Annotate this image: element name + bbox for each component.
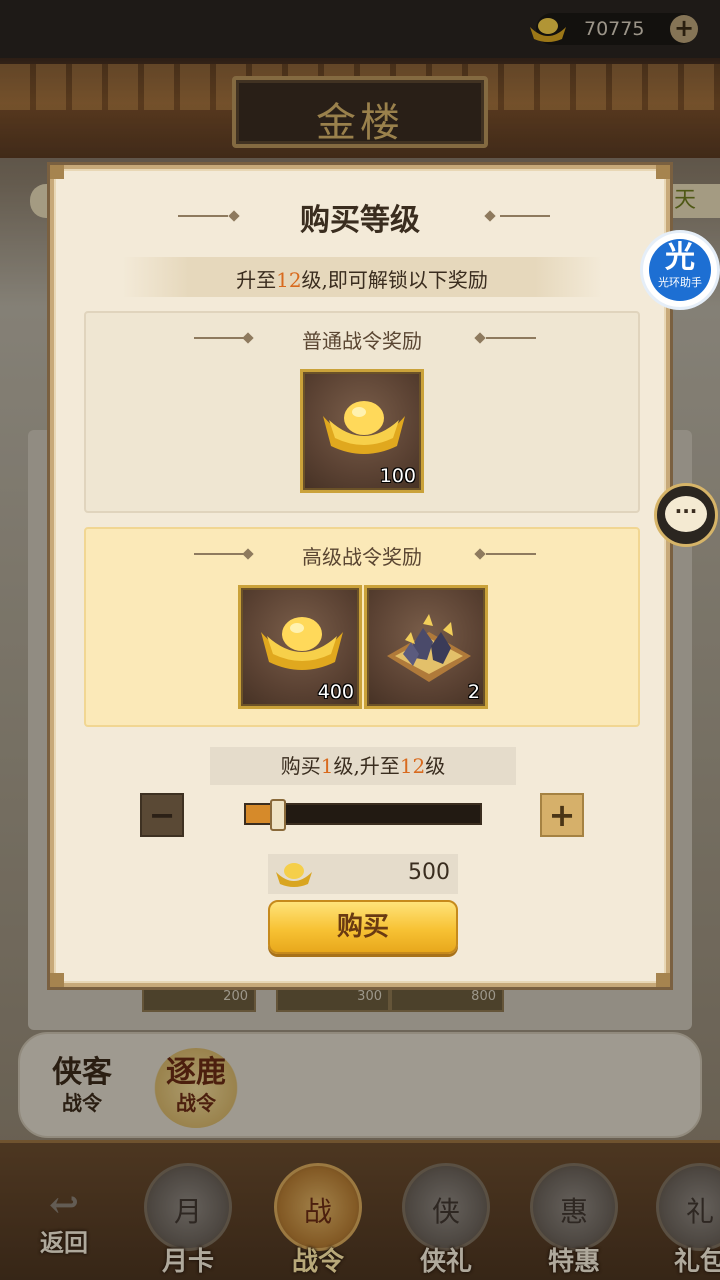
normal-rewards-title: 普通战令奖励 [302, 329, 422, 353]
dialog-title: 购买等级 [300, 203, 420, 238]
normal-rewards-panel: 普通战令奖励 100 [84, 311, 640, 513]
gold-ingot-icon [261, 617, 343, 670]
premium-rewards-panel: 高级战令奖励 400 2 [84, 527, 640, 727]
reward-count: 2 [467, 681, 480, 703]
level-select-label: 购买1级,升至12级 [210, 747, 516, 785]
level-slider-thumb[interactable] [270, 799, 286, 831]
level-prefix: 购买 [280, 754, 321, 778]
reward-count: 400 [317, 681, 354, 703]
reward-item-slot[interactable]: 400 [238, 585, 362, 709]
price-display: 500 [268, 854, 458, 894]
buy-level-dialog: 购买等级 升至12级,即可解锁以下奖励 普通战令奖励 100 高级战令奖励 40… [50, 165, 670, 987]
target-level-value: 12 [399, 754, 426, 778]
frame-corner [50, 165, 64, 179]
assistant-label: 光环助手 [658, 276, 702, 289]
frame-corner [656, 973, 670, 987]
decrease-level-button[interactable]: − [140, 793, 184, 837]
reward-item-slot[interactable]: 2 [364, 585, 488, 709]
ore-crate-icon [387, 614, 471, 682]
unlock-level: 12 [276, 268, 302, 292]
premium-rewards-title: 高级战令奖励 [302, 545, 422, 569]
reward-item-slot[interactable]: 100 [300, 369, 424, 493]
gold-ingot-icon [323, 401, 405, 454]
assistant-icon: 光 光环助手 [649, 239, 711, 301]
section-divider-right [486, 337, 536, 339]
chat-icon: ··· [665, 496, 707, 532]
unlock-prefix: 升至 [236, 268, 277, 292]
frame-corner [50, 973, 64, 987]
reward-count: 100 [379, 465, 416, 487]
increase-level-button[interactable]: + [540, 793, 584, 837]
unlock-text: 升至12级,即可解锁以下奖励 [122, 264, 602, 293]
level-mid: 级,升至 [333, 754, 400, 778]
chat-button[interactable]: ··· [654, 483, 718, 547]
gold-ingot-icon [274, 860, 314, 892]
buy-levels-value: 1 [320, 754, 334, 778]
unlock-suffix: 级,即可解锁以下奖励 [301, 268, 488, 292]
assistant-float-button[interactable]: 光 光环助手 [640, 230, 720, 310]
buy-button[interactable]: 购买 [268, 900, 458, 954]
assistant-glyph: 光 [665, 240, 695, 275]
level-suffix: 级 [425, 754, 446, 778]
price-value: 500 [408, 860, 450, 885]
title-divider-right [500, 215, 550, 217]
unlock-banner: 升至12级,即可解锁以下奖励 [122, 257, 602, 297]
frame-corner [656, 165, 670, 179]
section-divider-right [486, 553, 536, 555]
level-slider[interactable] [244, 799, 482, 831]
